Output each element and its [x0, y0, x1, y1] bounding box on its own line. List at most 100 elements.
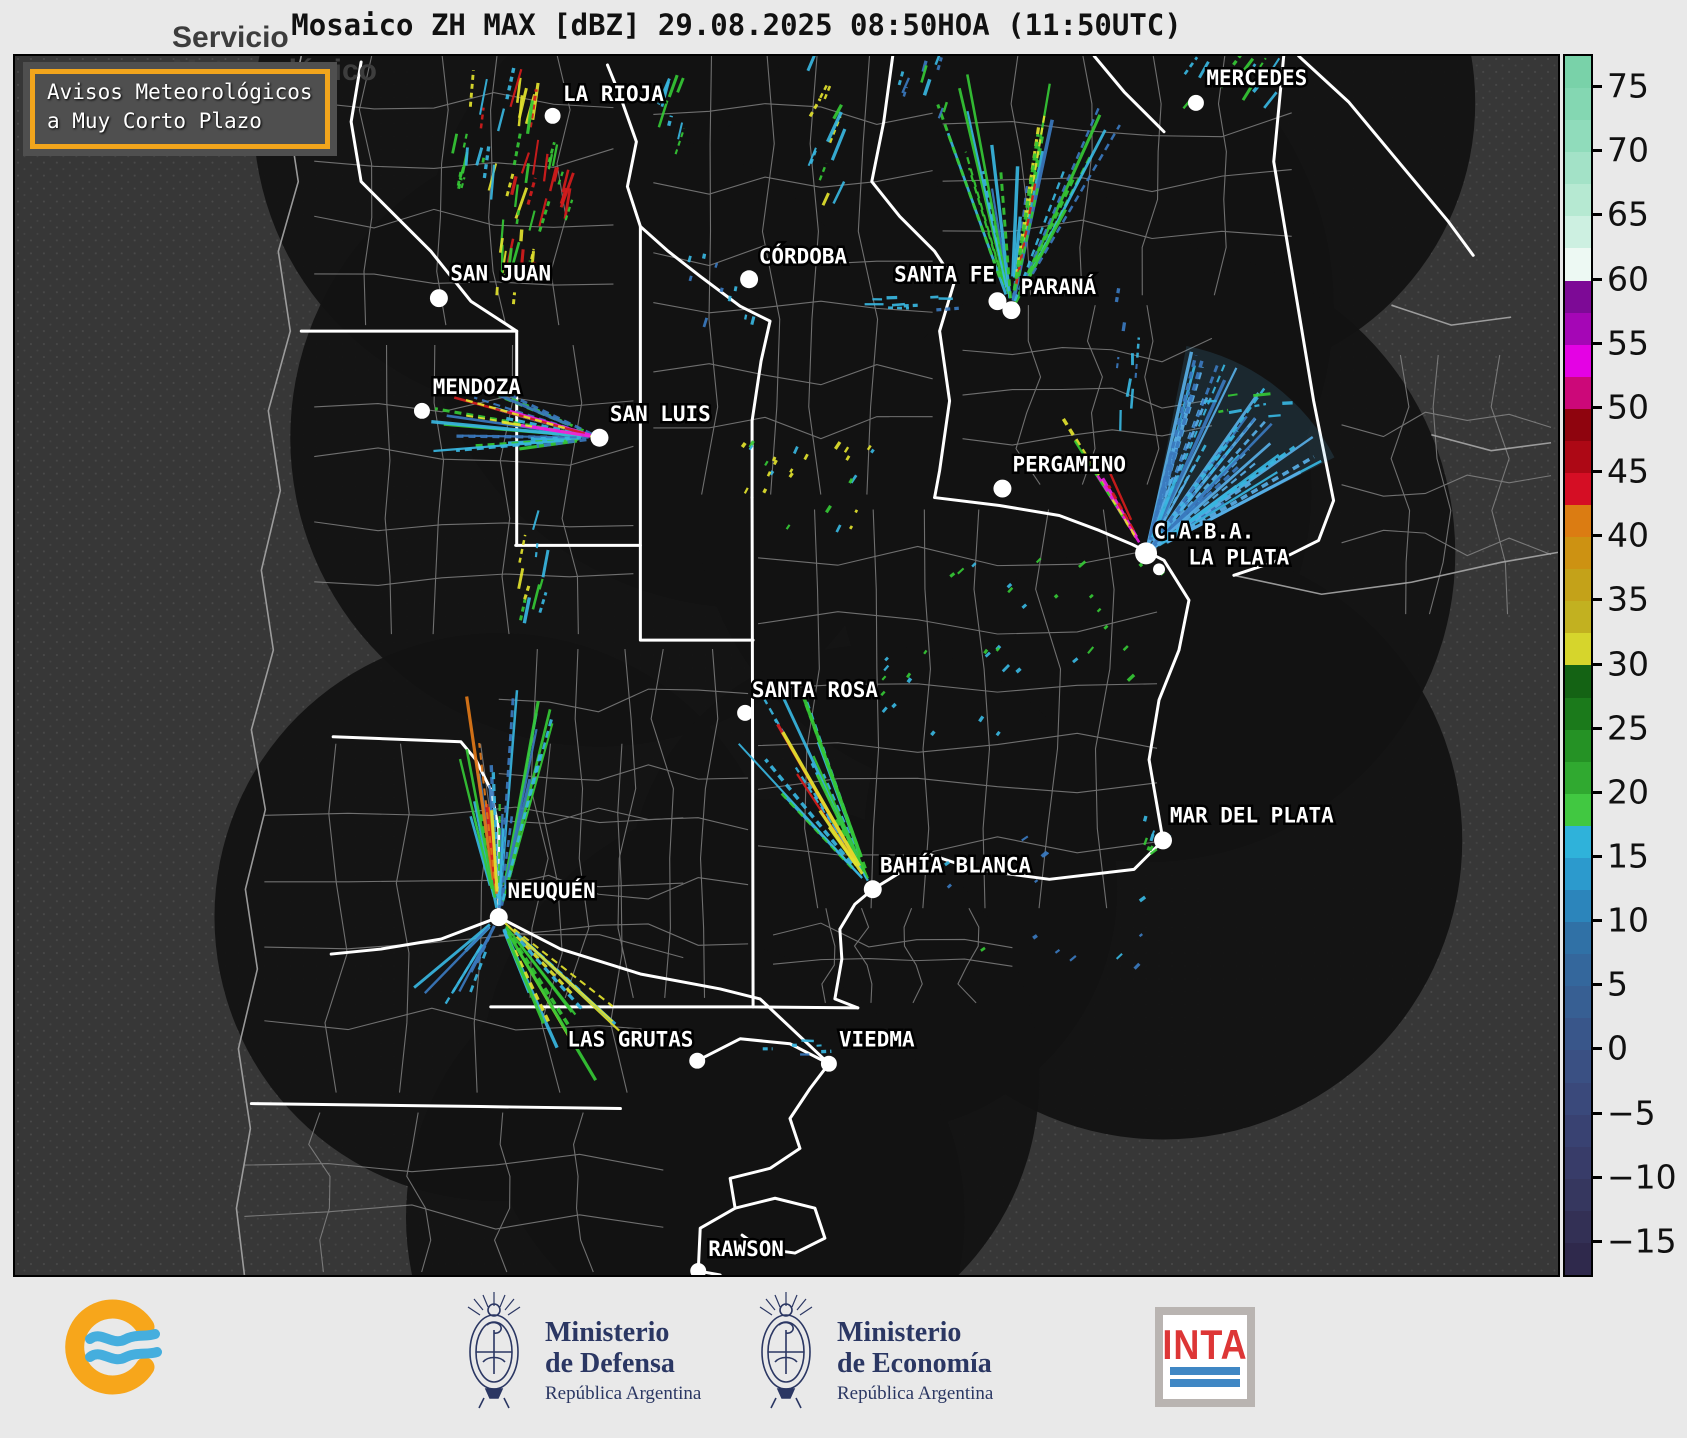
smn-line-1: Servicio: [172, 21, 377, 54]
colorbar-tick-label: 25: [1607, 708, 1649, 747]
city-dot: [993, 480, 1011, 498]
colorbar-tick-label: 20: [1607, 772, 1649, 811]
colorbar-segment: [1565, 698, 1591, 730]
city-label: NEUQUÉN: [508, 878, 596, 903]
colorbar-tick-label: 55: [1607, 323, 1649, 362]
colorbar-tick-label: −15: [1607, 1221, 1677, 1260]
colorbar-tick-mark: [1593, 470, 1602, 473]
colorbar-segment: [1565, 152, 1591, 184]
city-label: PERGAMINO: [1013, 453, 1126, 477]
colorbar-segment: [1565, 730, 1591, 762]
city-dot: [689, 1053, 705, 1069]
radar-streak-echo: [1131, 389, 1133, 409]
city-label: SANTA FE: [894, 262, 995, 286]
colorbar-segment: [1565, 216, 1591, 248]
radar-streak-echo: [908, 678, 911, 682]
colorbar-tick-label: 60: [1607, 259, 1649, 298]
inta-logo: INTA: [1155, 1307, 1255, 1407]
colorbar-tick-label: 50: [1607, 387, 1649, 426]
colorbar-segment: [1565, 826, 1591, 858]
city-label: SANTA ROSA: [752, 678, 878, 702]
inta-bar-2: [1170, 1379, 1240, 1387]
colorbar-tick-label: 40: [1607, 516, 1649, 555]
radar-streak-echo: [997, 648, 999, 651]
radar-streak-echo: [1253, 394, 1270, 396]
colorbar-segment: [1565, 377, 1591, 409]
colorbar-segment: [1565, 505, 1591, 537]
smn-logo-icon: [62, 1297, 162, 1397]
colorbar-segment: [1565, 986, 1591, 1018]
colorbar-tick-mark: [1593, 727, 1602, 730]
city-label: LA PLATA: [1188, 545, 1289, 569]
colorbar-segment: [1565, 1050, 1591, 1082]
colorbar-tick-mark: [1593, 983, 1602, 986]
colorbar-tick-mark: [1593, 85, 1602, 88]
colorbar-segment: [1565, 88, 1591, 120]
economia-caption: República Argentina: [837, 1383, 993, 1405]
radar-streak-echo: [466, 147, 467, 165]
inta-bar-1: [1170, 1367, 1240, 1375]
reflectivity-colorbar: [1563, 54, 1593, 1277]
radar-streak-echo: [1268, 415, 1280, 416]
city-dot: [1135, 542, 1157, 564]
city-label: BAHÍA BLANCA: [880, 852, 1032, 877]
city-label: SAN LUIS: [610, 402, 711, 426]
radar-streak-echo: [892, 704, 895, 707]
city-dot: [430, 289, 448, 307]
radar-streak-echo: [936, 308, 958, 310]
city-dot: [737, 705, 753, 721]
warning-line-1: Avisos Meteorológicos: [47, 78, 313, 107]
radar-streak-echo: [729, 296, 730, 301]
colorbar-segment: [1565, 665, 1591, 697]
colorbar-segment: [1565, 633, 1591, 665]
city-label: SAN JUAN: [450, 261, 551, 285]
colorbar-tick-label: 0: [1607, 1029, 1628, 1068]
defensa-caption: República Argentina: [545, 1383, 701, 1405]
colorbar-segment: [1565, 473, 1591, 505]
colorbar-segment: [1565, 1018, 1591, 1050]
city-dot: [821, 1056, 837, 1072]
radar-streak-echo: [1205, 401, 1217, 402]
radar-streak-echo: [1145, 816, 1146, 821]
radar-streak-echo: [1033, 936, 1037, 939]
radar-streak-echo: [752, 316, 754, 324]
colorbar-segment: [1565, 1083, 1591, 1115]
colorbar-segment: [1565, 601, 1591, 633]
city-dot: [1153, 563, 1165, 575]
radar-streak-echo: [764, 489, 766, 493]
colorbar-segment: [1565, 1147, 1591, 1179]
colorbar-tick-label: −5: [1607, 1093, 1656, 1132]
city-dot: [864, 880, 882, 898]
colorbar-tick-label: 30: [1607, 644, 1649, 683]
city-label: RAWSON: [708, 1237, 784, 1261]
colorbar-tick-label: 45: [1607, 452, 1649, 491]
radar-streak-echo: [735, 286, 736, 291]
radar-streak-echo: [497, 287, 498, 295]
colorbar-segment: [1565, 569, 1591, 601]
colorbar-segment: [1565, 858, 1591, 890]
colorbar-tick-mark: [1593, 342, 1602, 345]
radar-streak-echo: [892, 304, 905, 305]
warning-banner[interactable]: Avisos Meteorológicos a Muy Corto Plazo: [23, 62, 337, 156]
city-label: VIEDMA: [839, 1028, 915, 1052]
colorbar-segment: [1565, 922, 1591, 954]
city-dot: [591, 429, 609, 447]
colorbar-tick-mark: [1593, 1112, 1602, 1115]
colorbar-tick-mark: [1593, 663, 1602, 666]
defensa-subtitle: de Defensa: [545, 1348, 701, 1379]
radar-streak-echo: [1140, 564, 1142, 566]
colorbar-segment: [1565, 441, 1591, 473]
colorbar-tick-label: 70: [1607, 131, 1649, 170]
city-label: MENDOZA: [433, 375, 522, 399]
colorbar-tick-label: 10: [1607, 901, 1649, 940]
radar-streak-echo: [689, 256, 691, 262]
city-dot: [1188, 95, 1204, 111]
colorbar-tick-label: 15: [1607, 836, 1649, 875]
colorbar-tick-label: 35: [1607, 580, 1649, 619]
colorbar-ticks: 757065605550454035302520151050−5−10−15: [1593, 54, 1687, 1277]
radar-map-svg: LA RIOJAMERCEDESSAN JUANCÓRDOBASANTA FEP…: [15, 56, 1558, 1275]
economia-title: Ministerio: [837, 1317, 993, 1348]
colorbar-segment: [1565, 56, 1591, 88]
colorbar-segment: [1565, 1115, 1591, 1147]
radar-streak-echo: [521, 229, 522, 241]
